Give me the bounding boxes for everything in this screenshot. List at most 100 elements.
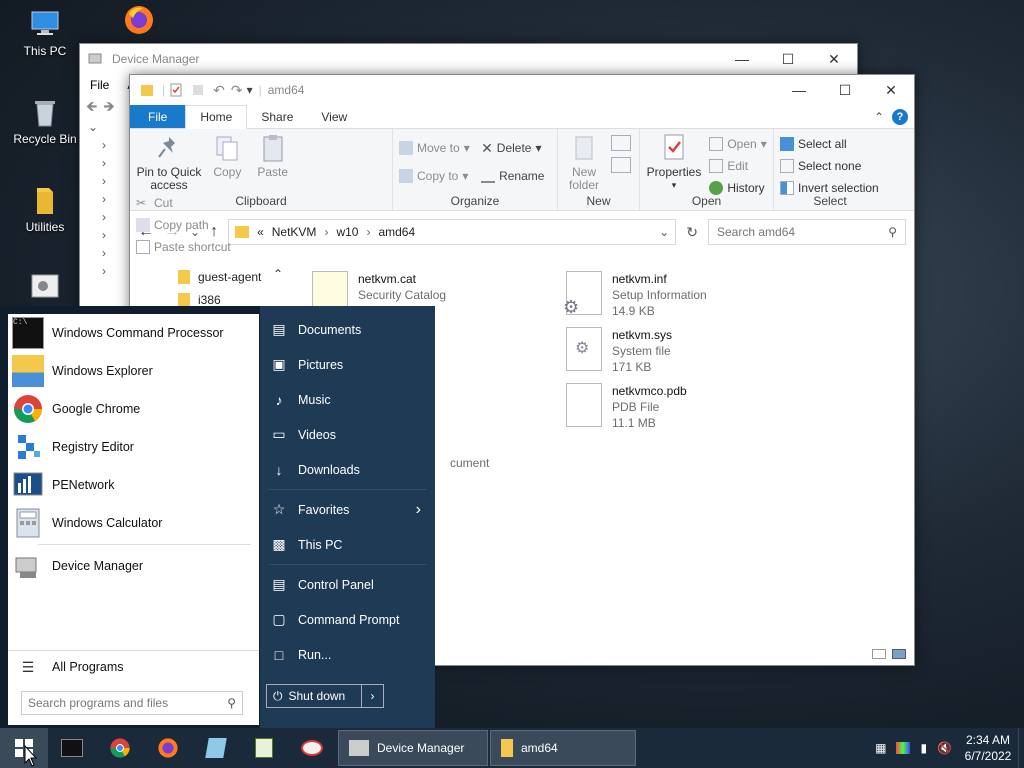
taskbar-app-amd64[interactable]: amd64 (490, 730, 636, 766)
program-regedit[interactable]: Registry Editor (8, 428, 259, 466)
program-penetwork[interactable]: PENetwork (8, 466, 259, 504)
place-control-panel[interactable]: ▤ Control Panel (260, 567, 435, 602)
clock[interactable]: 2:34 AM 6/7/2022 (958, 732, 1018, 764)
file-item[interactable]: netkvmco.pdb PDB File 11.1 MB (566, 383, 687, 431)
place-music[interactable]: ♪ Music (260, 382, 435, 417)
tab-share[interactable]: Share (247, 105, 307, 128)
place-downloads[interactable]: ↓ Downloads (260, 452, 435, 487)
program-cmd[interactable]: C:\ Windows Command Processor (8, 314, 259, 352)
taskbar-paint[interactable] (288, 728, 336, 768)
place-documents[interactable]: ▤ Documents (260, 312, 435, 347)
nav-scroll-up-icon[interactable]: ⌃ (273, 267, 283, 281)
properties-icon[interactable] (169, 83, 183, 97)
breadcrumb-netkvm[interactable]: NetKVM (272, 225, 317, 239)
desktop-icon-utilities[interactable]: Utilities (10, 184, 80, 234)
maximize-button[interactable]: ☐ (822, 75, 868, 105)
address-dropdown-icon[interactable]: ⌄ (659, 225, 669, 239)
start-search-box[interactable]: Search programs and files ⚲ (21, 691, 243, 715)
taskbar-spreadsheet[interactable] (240, 728, 288, 768)
new-item-icon[interactable] (611, 135, 632, 151)
taskbar-app-label: Device Manager (377, 741, 465, 755)
nav-item-guest-agent[interactable]: guest-agent (178, 265, 288, 288)
menu-file[interactable]: File (90, 78, 109, 92)
program-chrome[interactable]: Google Chrome (8, 390, 259, 428)
tab-view[interactable]: View (307, 105, 361, 128)
copy-path-button[interactable]: Copy path (136, 214, 231, 236)
quick-access-dropdown-icon[interactable]: ▾ (247, 83, 253, 97)
details-view-icon[interactable] (872, 649, 886, 659)
desktop-icon-settings[interactable] (10, 272, 80, 308)
breadcrumb-amd64[interactable]: amd64 (378, 225, 415, 239)
minimize-button[interactable]: — (776, 75, 822, 105)
pin-quick-access-button[interactable]: Pin to Quick access (136, 133, 202, 192)
run-icon: □ (274, 646, 284, 663)
taskbar-cmd[interactable] (48, 728, 96, 768)
network-icon[interactable]: ▦ (875, 741, 886, 755)
program-device-manager[interactable]: Device Manager (8, 547, 259, 585)
volume-muted-icon[interactable]: 🔇 (937, 741, 952, 755)
rename-button[interactable]: Rename (481, 165, 544, 187)
properties-icon (664, 134, 684, 160)
paste-button[interactable]: Paste (253, 133, 293, 179)
file-item[interactable]: ⚙ netkvm.sys System file 171 KB (566, 327, 672, 375)
back-arrow-icon[interactable]: 🡸 (86, 96, 97, 120)
file-item[interactable]: ⚙ netkvm.inf Setup Information 14.9 KB (563, 271, 707, 319)
shutdown-options-button[interactable]: › (361, 685, 383, 707)
place-run[interactable]: □ Run... (260, 637, 435, 672)
all-programs-button[interactable]: ☰ All Programs (8, 648, 259, 686)
maximize-button[interactable]: ☐ (765, 44, 811, 74)
place-pictures[interactable]: ▣ Pictures (260, 347, 435, 382)
redo-icon[interactable]: ↷ (231, 82, 243, 99)
close-button[interactable]: ✕ (868, 75, 914, 105)
file-type: System file (612, 344, 671, 358)
paste-shortcut-button[interactable]: Paste shortcut (136, 236, 231, 258)
open-button[interactable]: Open ▾ (709, 133, 767, 155)
refresh-icon[interactable]: ↻ (686, 224, 698, 241)
breadcrumb-w10[interactable]: w10 (336, 225, 358, 239)
taskbar-firefox[interactable] (144, 728, 192, 768)
place-favorites[interactable]: ☆ Favorites › (260, 492, 435, 527)
place-label: Music (298, 392, 331, 407)
taskbar-notepad[interactable] (192, 728, 240, 768)
collapse-ribbon-icon[interactable]: ⌃ (874, 105, 892, 128)
program-calculator[interactable]: Windows Calculator (8, 504, 259, 542)
taskbar-chrome[interactable] (96, 728, 144, 768)
display-icon[interactable] (896, 742, 911, 754)
overflow-chevron[interactable]: « (257, 225, 264, 239)
taskbar-app-device-manager[interactable]: Device Manager (338, 730, 488, 766)
desktop-icon-recycle-bin[interactable]: Recycle Bin (10, 96, 80, 146)
easy-access-icon[interactable] (611, 157, 632, 173)
tab-file[interactable]: File (130, 105, 186, 128)
move-to-button[interactable]: Move to ▾ (399, 137, 470, 159)
edit-button[interactable]: Edit (709, 155, 766, 177)
new-folder-icon[interactable] (191, 83, 205, 97)
usb-icon[interactable]: ▮ (920, 741, 927, 755)
copy-button[interactable]: Copy (209, 133, 245, 179)
search-box[interactable]: Search amd64 ⚲ (708, 219, 906, 245)
tab-home[interactable]: Home (185, 105, 248, 129)
minimize-button[interactable]: — (719, 44, 765, 74)
large-icons-view-icon[interactable] (892, 649, 906, 659)
shutdown-button[interactable]: ⏻ Shut down › (266, 684, 384, 708)
place-command-prompt[interactable]: ▢ Command Prompt (260, 602, 435, 637)
show-desktop-button[interactable] (1018, 728, 1024, 768)
new-folder-button[interactable]: New folder (564, 133, 604, 192)
forward-arrow-icon[interactable]: 🡺 (103, 96, 114, 120)
properties-button[interactable]: Properties ▾ (646, 133, 702, 192)
close-button[interactable]: ✕ (811, 44, 857, 74)
help-icon[interactable]: ? (892, 109, 908, 125)
organize-group: Move to ▾ Copy to ▾ ✕ Delete ▾ Rename Org… (393, 129, 558, 210)
system-tray: ▦ ▮ 🔇 (875, 741, 958, 755)
place-this-pc[interactable]: ▩ This PC (260, 527, 435, 562)
delete-button[interactable]: ✕ Delete ▾ (481, 137, 544, 159)
undo-icon[interactable]: ↶ (213, 82, 225, 99)
select-all-button[interactable]: Select all (780, 133, 880, 155)
select-none-button[interactable]: Select none (780, 155, 880, 177)
recycle-bin-icon (35, 101, 55, 127)
address-bar[interactable]: « NetKVM › w10 › amd64 ⌄ (228, 219, 677, 245)
desktop-icon-this-pc[interactable]: This PC (10, 8, 80, 58)
place-videos[interactable]: ▭ Videos (260, 417, 435, 452)
copy-to-button[interactable]: Copy to ▾ (399, 165, 470, 187)
program-explorer[interactable]: Windows Explorer (8, 352, 259, 390)
desktop-icon-firefox[interactable] (104, 4, 174, 40)
